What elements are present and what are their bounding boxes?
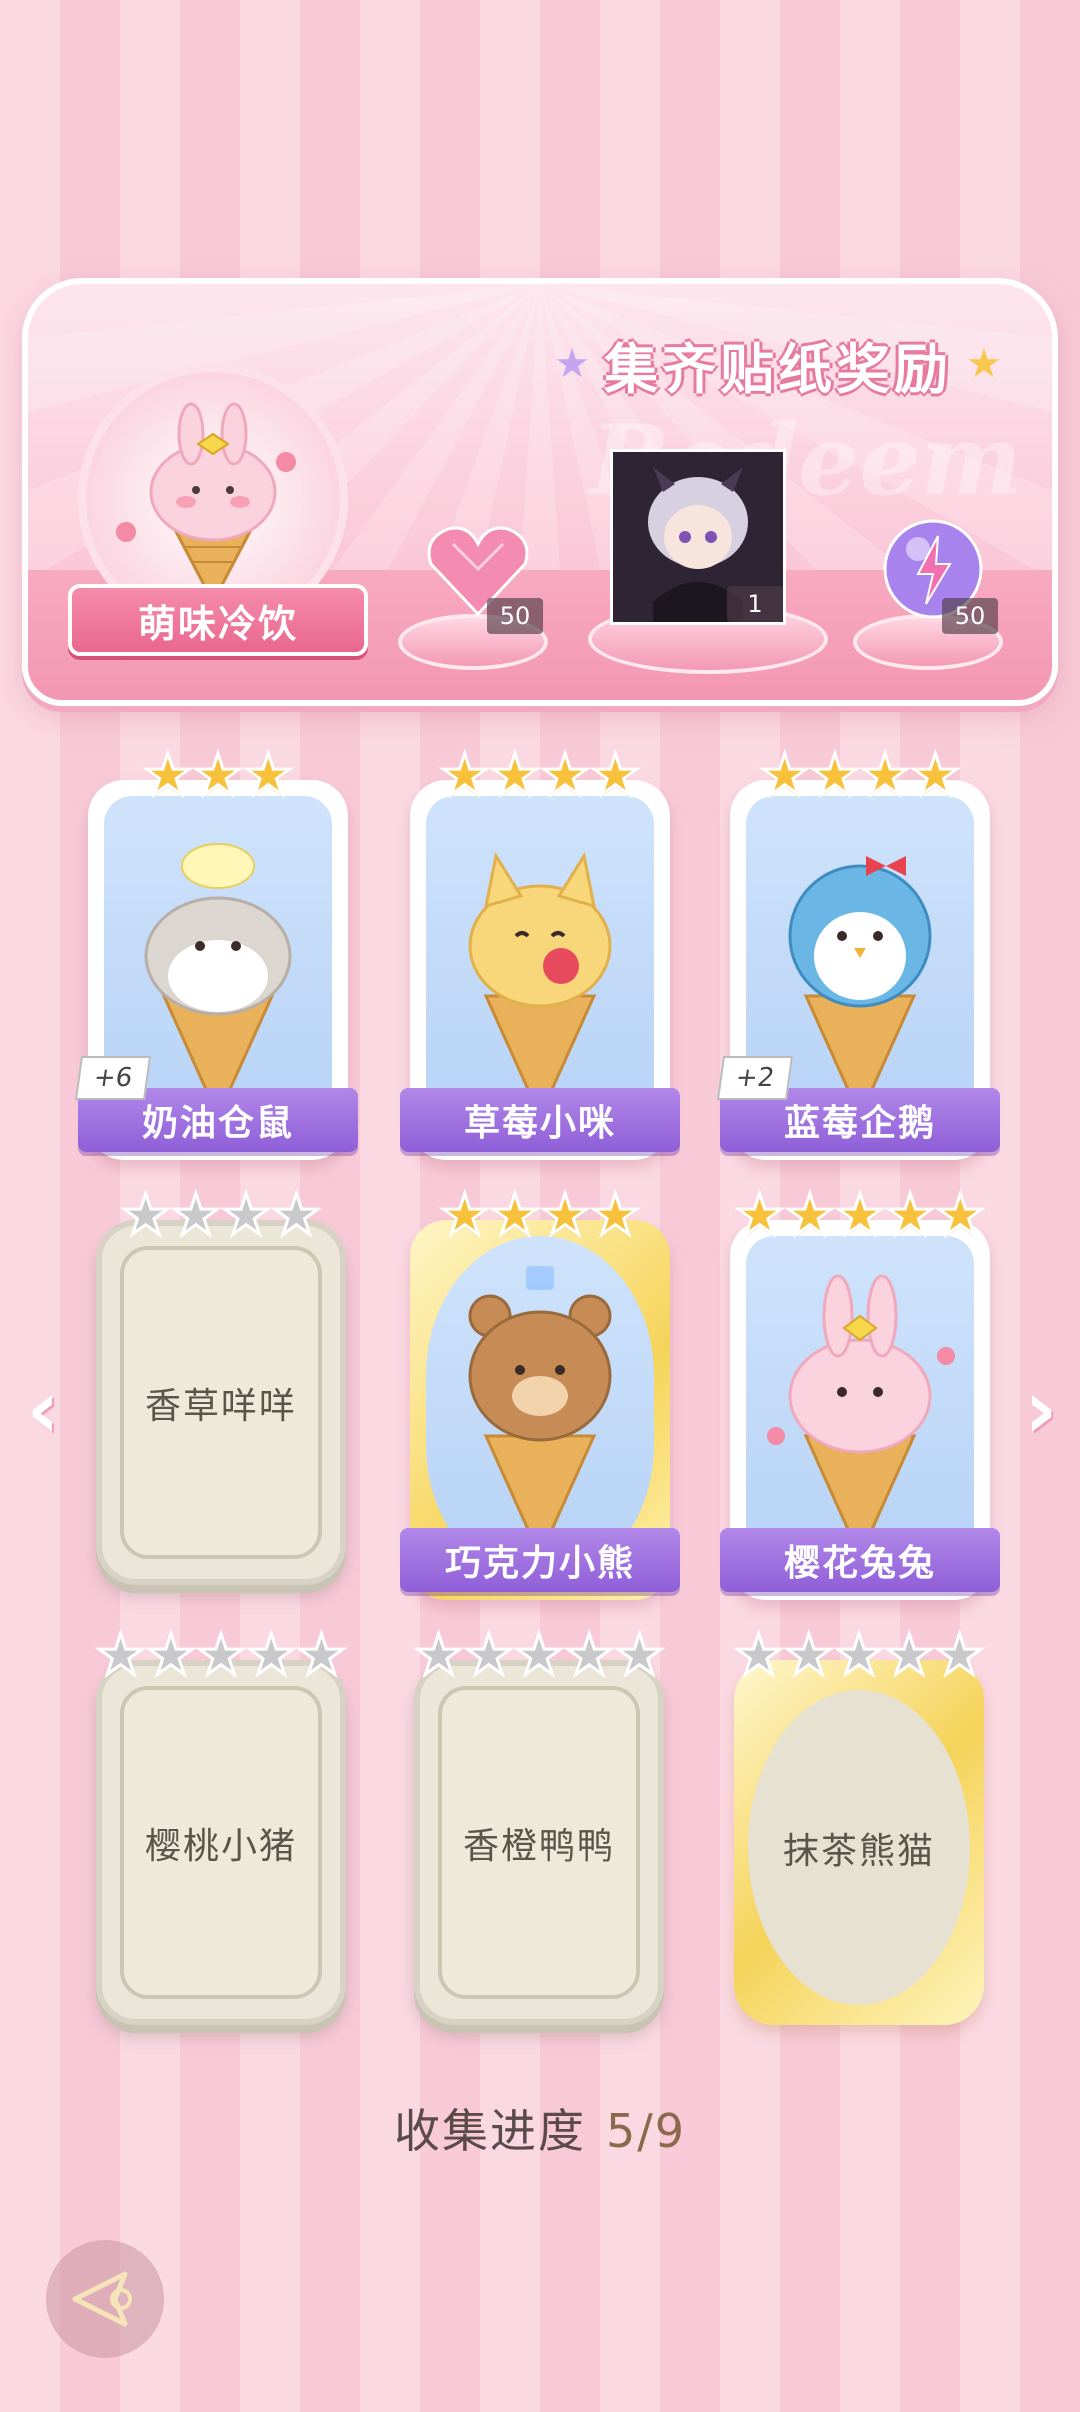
star-icon: ★ xyxy=(884,1183,937,1248)
star-rating: ★ ★ ★ ★ xyxy=(410,743,670,808)
star-icon: ★ xyxy=(191,743,244,808)
set-name: 萌味冷饮 xyxy=(137,601,298,646)
star-icon: ★ xyxy=(245,1623,298,1688)
reward-item-character[interactable]: 1 xyxy=(610,449,786,625)
sticker-card-locked[interactable]: ★ ★ ★ ★ ★ 樱桃小猪 xyxy=(94,1626,348,2025)
star-icon: ★ xyxy=(758,743,811,808)
back-arrow-icon xyxy=(72,2271,132,2327)
reward-banner: Redeem ★ 集齐贴纸奖励 ★ 萌味冷饮 50 1 50 xyxy=(22,278,1058,706)
star-icon: ★ xyxy=(119,1183,172,1248)
star-icon: ★ xyxy=(909,743,962,808)
star-icon: ★ xyxy=(782,1623,835,1688)
star-rating: ★ ★ ★ ★ ★ xyxy=(412,1623,666,1688)
card-name: 樱桃小猪 xyxy=(144,1825,297,1867)
star-icon: ★ xyxy=(832,1623,885,1688)
prev-page-arrow-icon[interactable]: ‹ xyxy=(18,1370,68,1450)
star-icon: ★ xyxy=(733,1183,786,1248)
card-label: 草莓小咪 xyxy=(400,1088,680,1152)
reward-item-gem[interactable]: 50 xyxy=(413,504,543,634)
progress-value: 5/9 xyxy=(605,2104,687,2158)
star-icon: ★ xyxy=(808,743,861,808)
star-icon: ★ xyxy=(488,743,541,808)
locked-card-inner: 香草咩咩 xyxy=(120,1246,322,1559)
star-icon: ★ xyxy=(194,1623,247,1688)
reward-item-energy[interactable]: 50 xyxy=(868,504,998,634)
star-rating: ★ ★ ★ ★ ★ xyxy=(730,1183,990,1248)
star-icon: ★ xyxy=(589,1183,642,1248)
star-decoration-icon: ★ xyxy=(554,341,590,387)
locked-card-frame: 香草咩咩 xyxy=(96,1220,346,1585)
star-icon: ★ xyxy=(934,1183,987,1248)
star-icon: ★ xyxy=(563,1623,616,1688)
card-name: 草莓小咪 xyxy=(463,1102,616,1144)
banner-title: 集齐贴纸奖励 xyxy=(604,337,952,401)
card-name: 香草咩咩 xyxy=(144,1385,297,1427)
star-rating: ★ ★ ★ ★ xyxy=(410,1183,670,1248)
locked-card-inner: 抹茶熊猫 xyxy=(748,1690,970,2005)
star-icon: ★ xyxy=(933,1623,986,1688)
star-icon: ★ xyxy=(94,1623,147,1688)
card-name: 奶油仓鼠 xyxy=(141,1102,294,1144)
star-icon: ★ xyxy=(412,1623,465,1688)
locked-card-frame: 樱桃小猪 xyxy=(96,1660,346,2025)
star-icon: ★ xyxy=(883,1623,936,1688)
back-button[interactable] xyxy=(46,2240,164,2358)
star-icon: ★ xyxy=(589,743,642,808)
star-icon: ★ xyxy=(732,1623,785,1688)
card-name: 樱花兔兔 xyxy=(783,1542,936,1584)
star-icon: ★ xyxy=(169,1183,222,1248)
reward-count: 1 xyxy=(727,586,783,622)
star-icon: ★ xyxy=(858,743,911,808)
star-icon: ★ xyxy=(219,1183,272,1248)
star-icon: ★ xyxy=(833,1183,886,1248)
star-icon: ★ xyxy=(462,1623,515,1688)
star-icon: ★ xyxy=(438,1183,491,1248)
star-icon: ★ xyxy=(141,743,194,808)
set-name-ribbon: 萌味冷饮 xyxy=(68,584,368,656)
card-label: 巧克力小熊 xyxy=(400,1528,680,1592)
star-icon: ★ xyxy=(295,1623,348,1688)
star-rating: ★ ★ ★ ★ ★ xyxy=(94,1623,348,1688)
sticker-card[interactable]: ★ ★ ★ ★ ★ 樱花兔兔 xyxy=(720,1186,1000,1600)
star-rating: ★ ★ ★ ★ xyxy=(730,743,990,808)
sticker-card-locked[interactable]: ★ ★ ★ ★ ★ 抹茶熊猫 xyxy=(732,1626,986,2025)
banner-title-wrap: ★ 集齐贴纸奖励 ★ xyxy=(548,324,1008,404)
star-icon: ★ xyxy=(438,743,491,808)
duplicate-count-tag: +2 xyxy=(716,1056,794,1100)
duplicate-count-tag: +6 xyxy=(74,1056,152,1100)
sticker-card-locked[interactable]: ★ ★ ★ ★ ★ 香橙鸭鸭 xyxy=(412,1626,666,2025)
sticker-card[interactable]: ★ ★ ★ ★ +2 蓝莓企鹅 xyxy=(716,746,1000,1160)
reward-count: 50 xyxy=(487,598,543,634)
card-name: 香橙鸭鸭 xyxy=(462,1825,615,1867)
star-icon: ★ xyxy=(512,1623,565,1688)
sticker-card-locked[interactable]: ★ ★ ★ ★ 香草咩咩 xyxy=(96,1186,346,1585)
star-icon: ★ xyxy=(783,1183,836,1248)
next-page-arrow-icon[interactable]: › xyxy=(1016,1370,1066,1450)
star-decoration-icon: ★ xyxy=(966,341,1002,387)
card-label: 樱花兔兔 xyxy=(720,1528,1000,1592)
locked-card-frame: 香橙鸭鸭 xyxy=(414,1660,664,2025)
locked-card-inner: 香橙鸭鸭 xyxy=(438,1686,640,1999)
star-rating: ★ ★ ★ xyxy=(88,743,348,808)
star-icon: ★ xyxy=(270,1183,323,1248)
card-name: 蓝莓企鹅 xyxy=(783,1102,936,1144)
star-icon: ★ xyxy=(144,1623,197,1688)
sticker-card[interactable]: ★ ★ ★ ★ 巧克力小熊 xyxy=(400,1186,680,1600)
star-icon: ★ xyxy=(242,743,295,808)
collection-progress: 收集进度 5/9 xyxy=(0,2095,1080,2161)
star-icon: ★ xyxy=(613,1623,666,1688)
progress-label: 收集进度 xyxy=(393,2104,586,2158)
sticker-card[interactable]: ★ ★ ★ +6 奶油仓鼠 xyxy=(74,746,358,1160)
sticker-card[interactable]: ★ ★ ★ ★ 草莓小咪 xyxy=(400,746,680,1160)
card-name: 抹茶熊猫 xyxy=(782,1830,935,1872)
star-rating: ★ ★ ★ ★ ★ xyxy=(732,1623,986,1688)
star-rating: ★ ★ ★ ★ xyxy=(96,1183,346,1248)
reward-count: 50 xyxy=(942,598,998,634)
star-icon: ★ xyxy=(488,1183,541,1248)
star-icon: ★ xyxy=(538,743,591,808)
locked-card-frame: 抹茶熊猫 xyxy=(734,1660,984,2025)
card-name: 巧克力小熊 xyxy=(444,1542,635,1584)
star-icon: ★ xyxy=(538,1183,591,1248)
locked-card-inner: 樱桃小猪 xyxy=(120,1686,322,1999)
